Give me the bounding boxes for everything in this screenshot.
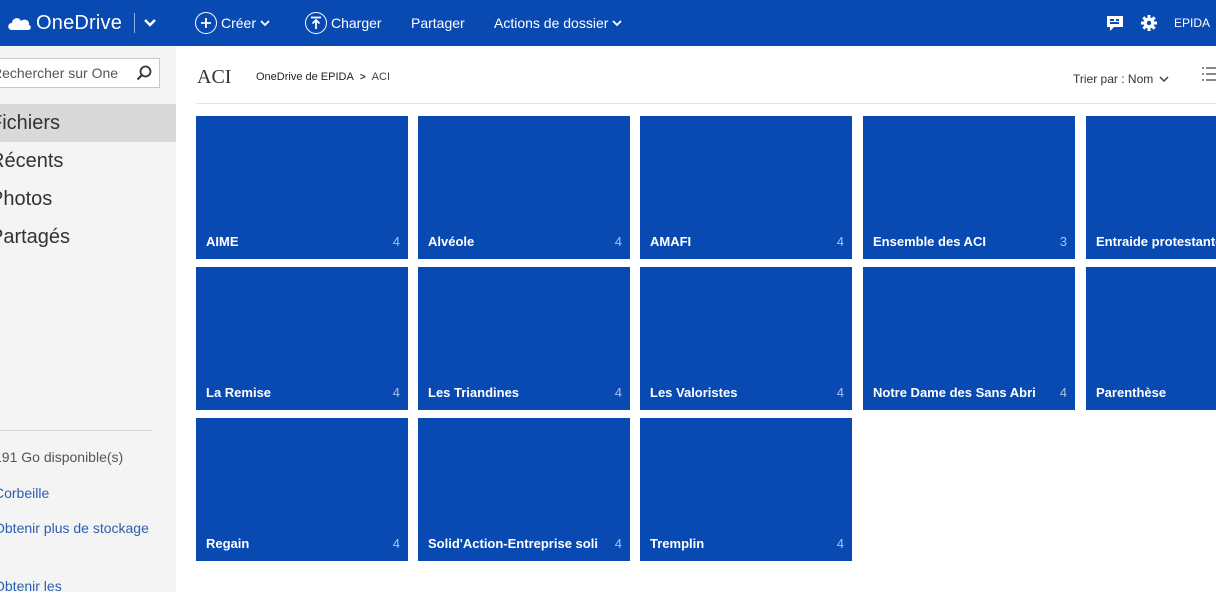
create-label: Créer: [221, 15, 257, 31]
get-more-storage-link[interactable]: Obtenir plus de stockage: [0, 518, 150, 539]
folder-count: 4: [392, 234, 400, 249]
chevron-down-icon: [612, 20, 623, 27]
folder-count: 3: [1059, 234, 1067, 249]
sidebar-item-files[interactable]: Fichiers: [0, 104, 176, 142]
folder-tile[interactable]: Alvéole 4: [418, 116, 630, 259]
sidebar-item-label: Fichiers: [0, 112, 61, 134]
sidebar-item-label: Photos: [0, 188, 53, 210]
page-title: ACI: [197, 66, 232, 88]
chevron-down-icon: [1159, 76, 1169, 83]
search-input[interactable]: [0, 60, 134, 86]
gear-icon[interactable]: [1140, 14, 1158, 32]
folder-tile[interactable]: AIME 4: [196, 116, 408, 259]
user-name[interactable]: EPIDA: [1174, 16, 1210, 30]
breadcrumb-current: ACI: [371, 71, 391, 83]
content-header: ACI OneDrive de EPIDA > ACI Trier par : …: [176, 46, 1216, 106]
folder-count: 4: [614, 385, 622, 400]
folder-count: 4: [614, 536, 622, 551]
folder-name: Parenthèse: [1096, 385, 1167, 400]
folder-name: Entraide protestante: [1096, 234, 1216, 249]
folder-name: Notre Dame des Sans Abri: [873, 385, 1036, 400]
folder-count: 4: [392, 536, 400, 551]
folder-name: Les Triandines: [428, 385, 520, 400]
folder-tile[interactable]: Ensemble des ACI 3: [863, 116, 1075, 259]
breadcrumb-root[interactable]: OneDrive de EPIDA: [256, 71, 354, 83]
folder-name: Solid'Action-Entreprise solidaire: [428, 536, 598, 551]
sidebar-item-recent[interactable]: Récents: [0, 142, 176, 180]
folder-tile[interactable]: Solid'Action-Entreprise solidaire 4: [418, 418, 630, 561]
brand[interactable]: OneDrive: [0, 0, 170, 46]
sidebar-item-label: Récents: [0, 150, 64, 172]
folder-count: 4: [836, 536, 844, 551]
folder-actions-label: Actions de dossier: [494, 15, 609, 31]
chevron-down-icon[interactable]: [143, 16, 157, 30]
folder-count: 4: [392, 385, 400, 400]
folder-actions-button[interactable]: Actions de dossier: [494, 0, 623, 46]
folder-tile[interactable]: Regain 4: [196, 418, 408, 561]
create-button[interactable]: Créer: [195, 0, 270, 46]
folder-tile[interactable]: Parenthèse: [1086, 267, 1216, 410]
sidebar-divider: [0, 430, 152, 431]
folder-name: AIME: [206, 234, 239, 249]
sidebar-item-label: Partagés: [0, 226, 71, 248]
folder-tile[interactable]: Entraide protestante: [1086, 116, 1216, 259]
folder-name: Ensemble des ACI: [873, 234, 986, 249]
folder-tile[interactable]: Les Triandines 4: [418, 267, 630, 410]
top-bar: OneDrive Créer Charger Partager Actions …: [0, 0, 1216, 46]
folder-grid: AIME 4 Alvéole 4 AMAFI 4 Ensemble des AC…: [196, 116, 1216, 592]
folder-count: 4: [836, 385, 844, 400]
plus-circle-icon: [195, 12, 217, 34]
folder-name: La Remise: [206, 385, 272, 400]
folder-tile[interactable]: La Remise 4: [196, 267, 408, 410]
upload-label: Charger: [331, 15, 382, 31]
folder-name: AMAFI: [650, 234, 692, 249]
storage-status: 191 Go disponible(s): [0, 449, 124, 465]
upload-arrow-icon: [305, 12, 327, 34]
brand-divider: [134, 13, 136, 33]
folder-name: Alvéole: [428, 234, 475, 249]
top-right-controls: EPIDA: [1106, 0, 1216, 46]
folder-name: Regain: [206, 536, 250, 551]
breadcrumb: OneDrive de EPIDA > ACI: [256, 71, 390, 83]
folder-count: 4: [1059, 385, 1067, 400]
recycle-bin-link[interactable]: Corbeille: [0, 483, 150, 504]
sidebar-item-shared[interactable]: Partagés: [0, 218, 176, 256]
list-view-icon[interactable]: [1202, 66, 1216, 82]
folder-tile[interactable]: Notre Dame des Sans Abri 4: [863, 267, 1075, 410]
sort-dropdown[interactable]: Trier par : Nom: [1073, 72, 1169, 86]
share-label: Partager: [411, 15, 465, 31]
folder-count: 4: [836, 234, 844, 249]
share-button[interactable]: Partager: [411, 0, 465, 46]
upload-button[interactable]: Charger: [305, 0, 382, 46]
brand-name: OneDrive: [36, 11, 123, 34]
chevron-down-icon: [260, 20, 270, 27]
header-divider: [196, 103, 1216, 104]
folder-tile[interactable]: AMAFI 4: [640, 116, 852, 259]
folder-count: 4: [614, 234, 622, 249]
search-icon[interactable]: [136, 65, 152, 81]
cloud-icon: [8, 18, 31, 30]
folder-name: Tremplin: [650, 536, 705, 551]
get-apps-link[interactable]: Obtenir les: [0, 576, 150, 597]
breadcrumb-separator: >: [359, 71, 366, 83]
folder-name: Les Valoristes: [650, 385, 738, 400]
chat-icon[interactable]: [1106, 14, 1124, 32]
sidebar: Fichiers Récents Photos Partagés 191 Go …: [0, 46, 176, 594]
folder-tile[interactable]: Les Valoristes 4: [640, 267, 852, 410]
search-box[interactable]: [0, 58, 160, 88]
folder-tile[interactable]: Tremplin 4: [640, 418, 852, 561]
sidebar-item-photos[interactable]: Photos: [0, 180, 176, 218]
sort-label: Trier par : Nom: [1073, 72, 1154, 86]
